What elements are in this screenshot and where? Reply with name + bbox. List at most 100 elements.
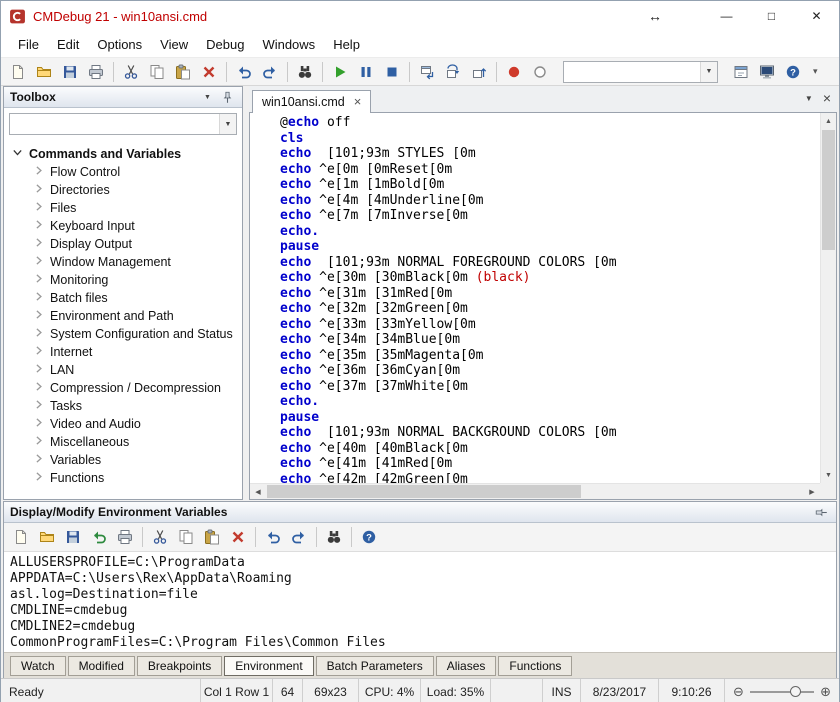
menu-item-debug[interactable]: Debug [197, 33, 253, 56]
help-icon[interactable]: ? [781, 60, 805, 84]
delete-icon[interactable] [226, 525, 250, 549]
menu-item-edit[interactable]: Edit [48, 33, 88, 56]
paste-icon[interactable] [171, 60, 195, 84]
command-combobox[interactable]: ▼ [563, 61, 718, 83]
redo-icon[interactable] [287, 525, 311, 549]
record-icon[interactable] [502, 60, 526, 84]
chevron-right-icon[interactable] [32, 308, 50, 324]
chevron-right-icon[interactable] [32, 290, 50, 306]
tree-item-lan[interactable]: LAN [4, 361, 242, 379]
maximize-button[interactable]: □ [749, 1, 794, 31]
tree-item-batch-files[interactable]: Batch files [4, 289, 242, 307]
menu-item-options[interactable]: Options [88, 33, 151, 56]
print-icon[interactable] [113, 525, 137, 549]
chevron-right-icon[interactable] [32, 470, 50, 486]
paste-icon[interactable] [200, 525, 224, 549]
toolbox-pin-icon[interactable] [219, 89, 236, 106]
horizontal-scroll-thumb[interactable] [267, 485, 581, 498]
run-icon[interactable] [328, 60, 352, 84]
chevron-right-icon[interactable] [32, 200, 50, 216]
zoom-slider-thumb[interactable] [790, 686, 801, 697]
pause-icon[interactable] [354, 60, 378, 84]
terminal-icon[interactable] [755, 60, 779, 84]
menu-item-file[interactable]: File [9, 33, 48, 56]
menu-item-view[interactable]: View [151, 33, 197, 56]
revert-icon[interactable] [87, 525, 111, 549]
redo-icon[interactable] [258, 60, 282, 84]
combobox-dropdown-icon[interactable]: ▼ [700, 62, 717, 82]
undo-icon[interactable] [232, 60, 256, 84]
bottom-tab-functions[interactable]: Functions [498, 656, 572, 676]
tree-item-monitoring[interactable]: Monitoring [4, 271, 242, 289]
zoom-slider-track[interactable] [750, 691, 814, 693]
new-file-icon[interactable] [6, 60, 30, 84]
chevron-right-icon[interactable] [32, 452, 50, 468]
chevron-right-icon[interactable] [32, 182, 50, 198]
chevron-right-icon[interactable] [32, 344, 50, 360]
copy-icon[interactable] [145, 60, 169, 84]
tree-item-directories[interactable]: Directories [4, 181, 242, 199]
tree-item-video-and-audio[interactable]: Video and Audio [4, 415, 242, 433]
find-icon[interactable] [322, 525, 346, 549]
undo-icon[interactable] [261, 525, 285, 549]
tree-item-flow-control[interactable]: Flow Control [4, 163, 242, 181]
chevron-right-icon[interactable] [32, 362, 50, 378]
menu-item-windows[interactable]: Windows [253, 33, 324, 56]
tree-item-files[interactable]: Files [4, 199, 242, 217]
open-folder-icon[interactable] [32, 60, 56, 84]
bottom-tab-breakpoints[interactable]: Breakpoints [137, 656, 222, 676]
editor-tabbar-close-icon[interactable]: × [823, 93, 831, 103]
step-out-icon[interactable] [467, 60, 491, 84]
chevron-right-icon[interactable] [32, 218, 50, 234]
chevron-down-icon[interactable] [11, 146, 29, 162]
print-icon[interactable] [84, 60, 108, 84]
scroll-right-icon[interactable]: ▶ [804, 484, 820, 500]
chevron-right-icon[interactable] [32, 164, 50, 180]
tree-item-functions[interactable]: Functions [4, 469, 242, 487]
minimize-button[interactable]: — [704, 1, 749, 31]
bottom-tab-watch[interactable]: Watch [10, 656, 66, 676]
cut-icon[interactable] [119, 60, 143, 84]
chevron-right-icon[interactable] [32, 380, 50, 396]
code-area[interactable]: @echo offclsecho [101;93m STYLES [0mecho… [250, 113, 820, 499]
code-editor[interactable]: @echo offclsecho [101;93m STYLES [0mecho… [249, 112, 837, 500]
zoom-slider[interactable]: ⊖ ⊕ [725, 679, 839, 702]
scroll-down-icon[interactable]: ▼ [821, 467, 836, 483]
toolbox-filter-dropdown-icon[interactable]: ▼ [219, 114, 236, 134]
title-bar[interactable]: CMDebug 21 - win10ansi.cmd ↔ — □ ✕ [1, 1, 839, 31]
bottom-tab-aliases[interactable]: Aliases [436, 656, 497, 676]
editor-vertical-scrollbar[interactable]: ▲ ▼ [820, 113, 836, 483]
bottom-tab-environment[interactable]: Environment [224, 656, 313, 676]
tree-item-tasks[interactable]: Tasks [4, 397, 242, 415]
chevron-right-icon[interactable] [32, 434, 50, 450]
tree-item-keyboard-input[interactable]: Keyboard Input [4, 217, 242, 235]
env-variables-editor[interactable]: ALLUSERSPROFILE=C:\ProgramDataAPPDATA=C:… [4, 552, 836, 652]
zoom-out-icon[interactable]: ⊖ [733, 684, 744, 700]
tree-item-miscellaneous[interactable]: Miscellaneous [4, 433, 242, 451]
open-folder-icon[interactable] [35, 525, 59, 549]
tree-item-window-management[interactable]: Window Management [4, 253, 242, 271]
chevron-right-icon[interactable] [32, 416, 50, 432]
step-over-icon[interactable] [441, 60, 465, 84]
tree-item-internet[interactable]: Internet [4, 343, 242, 361]
editor-tab-win10ansi[interactable]: win10ansi.cmd × [252, 90, 371, 113]
find-icon[interactable] [293, 60, 317, 84]
environment-pin-icon[interactable] [813, 504, 830, 521]
help-icon[interactable]: ? [357, 525, 381, 549]
toolbar-overflow-icon[interactable]: ▾ [808, 66, 823, 77]
tab-close-icon[interactable]: × [354, 97, 362, 107]
tree-item-environment-and-path[interactable]: Environment and Path [4, 307, 242, 325]
tree-item-system-configuration-and-status[interactable]: System Configuration and Status [4, 325, 242, 343]
breakpoint-icon[interactable] [528, 60, 552, 84]
bottom-tab-modified[interactable]: Modified [68, 656, 135, 676]
chevron-right-icon[interactable] [32, 398, 50, 414]
scroll-up-icon[interactable]: ▲ [821, 113, 836, 129]
chevron-right-icon[interactable] [32, 254, 50, 270]
step-into-icon[interactable] [415, 60, 439, 84]
toolbox-menu-icon[interactable]: ▼ [199, 89, 216, 106]
window-options-icon[interactable] [729, 60, 753, 84]
menu-item-help[interactable]: Help [324, 33, 369, 56]
save-icon[interactable] [61, 525, 85, 549]
new-file-icon[interactable] [9, 525, 33, 549]
tree-item-variables[interactable]: Variables [4, 451, 242, 469]
